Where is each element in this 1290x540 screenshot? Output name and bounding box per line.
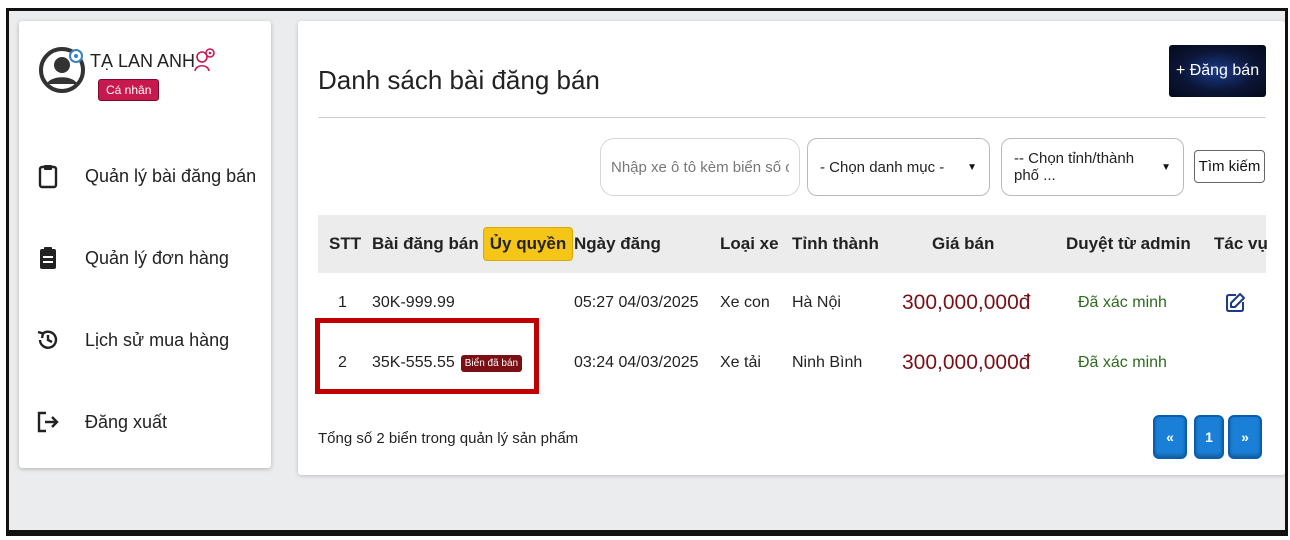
app-frame: TẠ LAN ANH Cá nhân Quản lý bài đăng bán … [6,8,1288,536]
user-name: TẠ LAN ANH [90,51,196,71]
main-panel: Danh sách bài đăng bán + Đăng bán - Chọn… [298,21,1285,475]
cell-province: Hà Nội [792,294,841,311]
authorized-tag[interactable]: Ủy quyền [482,227,574,261]
sidebar-item-label: Quản lý bài đăng bán [85,165,257,186]
pagination-next-button[interactable]: » [1228,415,1262,459]
total-count: Tổng số 2 biển trong quản lý sản phẩm [318,430,579,447]
search-button[interactable]: Tìm kiếm [1194,150,1265,183]
sidebar-item-order-management[interactable]: Quản lý đơn hàng [35,245,229,271]
divider [318,117,1266,118]
pagination-prev-button[interactable]: « [1153,415,1187,459]
sidebar-item-label: Đăng xuất [85,411,168,432]
clipboard-icon [38,165,58,189]
cell-approval: Đã xác minh [1078,354,1167,371]
header-province: Tỉnh thành [792,234,879,253]
cell-price: 300,000,000đ [902,351,1031,374]
role-badge: Cá nhân [98,79,160,101]
clipboard-list-icon [40,247,56,269]
sidebar-item-purchase-history[interactable]: Lịch sử mua hàng [35,327,229,353]
category-select[interactable]: - Chọn danh mục - ▼ [807,138,990,196]
header-date: Ngày đăng [574,234,661,253]
cell-vehicle-type: Xe con [720,294,770,311]
header-post: Bài đăng bán Ủy quyền [372,215,574,273]
cell-approval: Đã xác minh [1078,294,1167,311]
cell-price: 300,000,000đ [902,291,1031,314]
caret-down-icon: ▼ [967,161,977,173]
highlight-box [315,318,539,394]
history-icon [37,330,58,349]
header-approval: Duyệt từ admin [1066,234,1191,253]
header-stt: STT [329,234,362,253]
edit-action[interactable] [1223,274,1247,332]
table-header: STT Bài đăng bán Ủy quyền Ngày đăng Loại… [318,215,1268,273]
user-avatar-icon [39,47,85,93]
page-title: Danh sách bài đăng bán [318,65,600,95]
new-post-button[interactable]: + Đăng bán [1169,45,1266,97]
cell-date: 03:24 04/03/2025 [574,354,699,371]
sidebar: TẠ LAN ANH Cá nhân Quản lý bài đăng bán … [19,21,271,468]
user-settings-icon[interactable] [194,47,216,73]
sidebar-item-label: Quản lý đơn hàng [85,247,229,268]
province-select[interactable]: -- Chọn tỉnh/thành phố ... ▼ [1001,138,1184,196]
sidebar-item-logout[interactable]: Đăng xuất [35,409,167,435]
header-price: Giá bán [932,234,995,253]
sidebar-item-label: Lịch sử mua hàng [85,329,230,350]
logout-icon [37,411,59,433]
sidebar-item-post-management[interactable]: Quản lý bài đăng bán [35,163,256,189]
cell-province: Ninh Bình [792,354,863,371]
header-vehicle-type: Loại xe [720,234,779,253]
edit-icon[interactable] [1223,291,1247,315]
province-select-value: -- Chọn tỉnh/thành phố ... [1014,150,1135,184]
category-select-value: - Chọn danh mục - [820,158,945,176]
header-post-label: Bài đăng bán [372,234,479,253]
caret-down-icon: ▼ [1161,161,1171,173]
pagination-page-button[interactable]: 1 [1194,415,1224,459]
cell-vehicle-type: Xe tải [720,354,761,371]
cell-date: 05:27 04/03/2025 [574,294,699,311]
header-actions: Tác vụ [1214,234,1268,253]
search-input[interactable] [600,138,800,196]
